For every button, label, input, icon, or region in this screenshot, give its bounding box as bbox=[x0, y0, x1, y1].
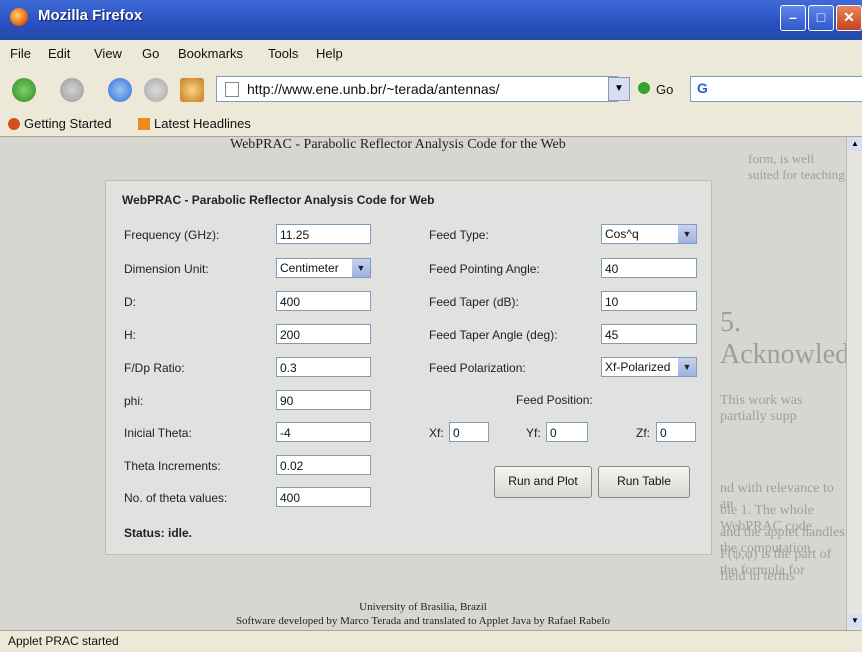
yf-input[interactable]: 0 bbox=[546, 422, 588, 442]
title-bar: Mozilla Firefox – □ ✕ bbox=[0, 0, 862, 40]
dimension-unit-value: Centimeter bbox=[280, 261, 339, 275]
menu-go[interactable]: Go bbox=[142, 46, 159, 61]
forward-icon[interactable] bbox=[60, 78, 84, 102]
vertical-scrollbar[interactable]: ▲ ▼ bbox=[846, 137, 862, 630]
fdp-ratio-label: F/Dp Ratio: bbox=[124, 361, 185, 375]
go-icon[interactable] bbox=[638, 82, 650, 94]
yf-label: Yf: bbox=[526, 426, 541, 440]
feed-type-label: Feed Type: bbox=[429, 228, 489, 242]
d-input[interactable]: 400 bbox=[276, 291, 371, 311]
scroll-down-icon[interactable]: ▼ bbox=[848, 614, 862, 628]
xf-input[interactable]: 0 bbox=[449, 422, 489, 442]
h-input[interactable]: 200 bbox=[276, 324, 371, 344]
feed-polarization-label: Feed Polarization: bbox=[429, 361, 526, 375]
feed-type-select[interactable]: Cos^q ▼ bbox=[601, 224, 697, 244]
dimension-unit-label: Dimension Unit: bbox=[124, 262, 209, 276]
stop-icon[interactable] bbox=[144, 78, 168, 102]
feed-pointing-angle-label: Feed Pointing Angle: bbox=[429, 262, 540, 276]
frequency-input[interactable]: 11.25 bbox=[276, 224, 371, 244]
minimize-button[interactable]: – bbox=[780, 5, 806, 31]
feed-taper-label: Feed Taper (dB): bbox=[429, 295, 519, 309]
menu-help[interactable]: Help bbox=[316, 46, 343, 61]
dimension-unit-select[interactable]: Centimeter ▼ bbox=[276, 258, 371, 278]
zf-input[interactable]: 0 bbox=[656, 422, 696, 442]
chevron-down-icon: ▼ bbox=[678, 358, 696, 376]
getting-started-icon bbox=[8, 118, 20, 130]
xf-label: Xf: bbox=[429, 426, 444, 440]
page-icon bbox=[225, 82, 239, 97]
feed-polarization-value: Xf-Polarized bbox=[605, 360, 671, 374]
feed-polarization-select[interactable]: Xf-Polarized ▼ bbox=[601, 357, 697, 377]
bookmark-latest-headlines[interactable]: Latest Headlines bbox=[154, 116, 251, 131]
close-button[interactable]: ✕ bbox=[836, 5, 862, 31]
zf-label: Zf: bbox=[636, 426, 650, 440]
applet-title: WebPRAC - Parabolic Reflector Analysis C… bbox=[122, 193, 435, 207]
bookmark-getting-started[interactable]: Getting Started bbox=[24, 116, 111, 131]
firefox-logo-icon bbox=[10, 8, 28, 26]
theta-values-input[interactable]: 400 bbox=[276, 487, 371, 507]
menu-file[interactable]: File bbox=[10, 46, 31, 61]
status-text: Status: idle. bbox=[124, 526, 193, 540]
webprac-applet: WebPRAC - Parabolic Reflector Analysis C… bbox=[105, 180, 712, 555]
background-text: This work was partially supp bbox=[720, 393, 803, 424]
chevron-down-icon: ▼ bbox=[352, 259, 370, 277]
d-label: D: bbox=[124, 295, 136, 309]
search-input[interactable]: G bbox=[690, 76, 862, 102]
run-and-plot-button[interactable]: Run and Plot bbox=[494, 466, 592, 498]
back-icon[interactable] bbox=[12, 78, 36, 102]
background-heading: 5. Acknowled bbox=[720, 307, 846, 370]
reload-icon[interactable] bbox=[108, 78, 132, 102]
menu-view[interactable]: View bbox=[94, 46, 122, 61]
fdp-ratio-input[interactable]: 0.3 bbox=[276, 357, 371, 377]
google-search-icon: G bbox=[697, 80, 708, 96]
go-button[interactable]: Go bbox=[656, 82, 673, 97]
status-bar: Applet PRAC started bbox=[0, 630, 862, 652]
feed-taper-input[interactable]: 10 bbox=[601, 291, 697, 311]
home-icon[interactable] bbox=[180, 78, 204, 102]
url-dropdown-icon[interactable]: ▼ bbox=[608, 77, 630, 101]
run-table-button[interactable]: Run Table bbox=[598, 466, 690, 498]
theta-increments-label: Theta Increments: bbox=[124, 459, 221, 473]
navigation-toolbar: http://www.ene.unb.br/~terada/antennas/ … bbox=[0, 68, 862, 113]
phi-label: phi: bbox=[124, 394, 144, 408]
page-content: WebPRAC - Parabolic Reflector Analysis C… bbox=[0, 137, 846, 630]
feed-type-value: Cos^q bbox=[605, 227, 639, 241]
frequency-label: Frequency (GHz): bbox=[124, 228, 220, 242]
menu-edit[interactable]: Edit bbox=[48, 46, 70, 61]
status-bar-text: Applet PRAC started bbox=[8, 634, 119, 648]
rss-icon bbox=[138, 118, 150, 130]
footer-university: University of Brasilia, Brazil bbox=[359, 601, 487, 613]
feed-pointing-angle-input[interactable]: 40 bbox=[601, 258, 697, 278]
theta-values-label: No. of theta values: bbox=[124, 491, 228, 505]
bookmarks-bar: Getting Started Latest Headlines bbox=[0, 112, 862, 137]
url-input[interactable]: http://www.ene.unb.br/~terada/antennas/ bbox=[216, 76, 618, 102]
h-label: H: bbox=[124, 328, 136, 342]
menu-bar: File Edit View Go Bookmarks Tools Help bbox=[0, 40, 862, 68]
page-header: WebPRAC - Parabolic Reflector Analysis C… bbox=[230, 137, 566, 152]
background-text: field in terms bbox=[720, 569, 795, 584]
menu-bookmarks[interactable]: Bookmarks bbox=[178, 46, 243, 61]
menu-tools[interactable]: Tools bbox=[268, 46, 298, 61]
feed-taper-angle-label: Feed Taper Angle (deg): bbox=[429, 328, 558, 342]
theta-increments-input[interactable]: 0.02 bbox=[276, 455, 371, 475]
maximize-button[interactable]: □ bbox=[808, 5, 834, 31]
feed-taper-angle-input[interactable]: 45 bbox=[601, 324, 697, 344]
phi-input[interactable]: 90 bbox=[276, 390, 371, 410]
scroll-up-icon[interactable]: ▲ bbox=[848, 137, 862, 151]
initial-theta-input[interactable]: -4 bbox=[276, 422, 371, 442]
url-text: http://www.ene.unb.br/~terada/antennas/ bbox=[247, 81, 500, 97]
background-text: form, is well suited for teaching bbox=[748, 151, 845, 182]
initial-theta-label: Inicial Theta: bbox=[124, 426, 192, 440]
footer-credits: Software developed by Marco Terada and t… bbox=[235, 615, 611, 627]
window-title: Mozilla Firefox bbox=[38, 7, 143, 24]
feed-position-label: Feed Position: bbox=[516, 393, 593, 407]
chevron-down-icon: ▼ bbox=[678, 225, 696, 243]
